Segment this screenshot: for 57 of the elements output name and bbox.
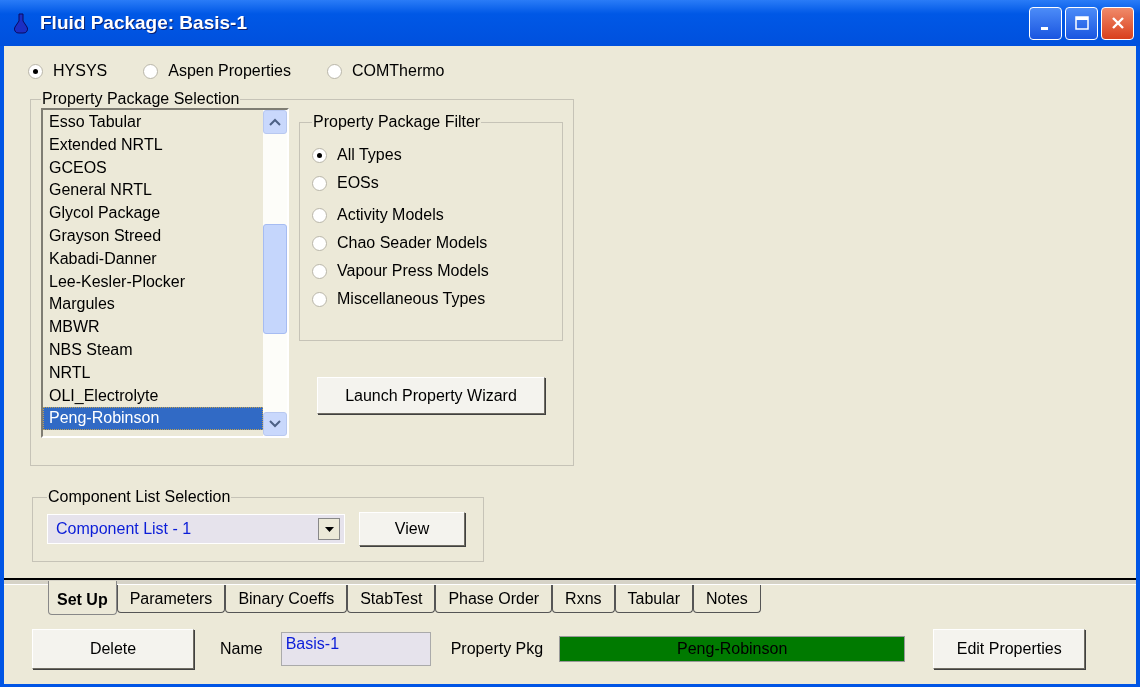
package-item[interactable]: Grayson Streed	[43, 225, 263, 248]
scroll-up-button[interactable]	[263, 110, 287, 134]
package-item[interactable]: NRTL	[43, 361, 263, 385]
package-item[interactable]: Peng-Robinson	[43, 407, 263, 431]
package-item[interactable]: NBS Steam	[43, 338, 263, 362]
delete-button[interactable]: Delete	[32, 629, 194, 669]
tab[interactable]: Notes	[693, 585, 761, 613]
property-pkg-value: Peng-Robinson	[559, 636, 906, 662]
name-field[interactable]: Basis-1	[280, 632, 431, 666]
tab[interactable]: StabTest	[347, 585, 436, 613]
edit-properties-button[interactable]: Edit Properties	[933, 629, 1086, 669]
wizard-button[interactable]: Launch Property Wizard	[317, 377, 545, 414]
tab[interactable]: Rxns	[552, 585, 615, 613]
package-item[interactable]: Glycol Package	[43, 202, 263, 225]
group-title: Property Package Selection	[41, 90, 241, 108]
caret-icon	[324, 526, 334, 532]
filter-radio[interactable]: Miscellaneous Types	[312, 285, 550, 313]
minimize-button[interactable]	[1029, 6, 1062, 40]
filter-radio[interactable]: Vapour Press Models	[312, 257, 550, 285]
tab[interactable]: Parameters	[116, 585, 226, 613]
package-item[interactable]: Esso Tabular	[43, 111, 263, 134]
engine-radio[interactable]: COMThermo	[327, 62, 445, 80]
property-pkg-label: Property Pkg	[450, 640, 544, 658]
package-item[interactable]: OLI_Electrolyte	[43, 384, 263, 408]
close-button[interactable]	[1101, 6, 1134, 40]
scrollbar-thumb[interactable]	[263, 224, 287, 334]
package-item[interactable]: General NRTL	[43, 179, 263, 203]
package-item[interactable]: Lee-Kesler-Plocker	[43, 270, 263, 294]
package-item[interactable]: Kabadi-Danner	[43, 247, 263, 271]
flask-icon	[14, 12, 28, 34]
package-item[interactable]: MBWR	[43, 316, 263, 339]
tab[interactable]: Set Up	[48, 581, 117, 615]
down-chevron-icon	[269, 420, 281, 428]
package-item[interactable]: Margules	[43, 293, 263, 317]
tab[interactable]: Phase Order	[435, 585, 553, 613]
package-item[interactable]: GCEOS	[43, 156, 263, 180]
filter-radio[interactable]: EOSs	[312, 169, 550, 197]
name-label: Name	[220, 640, 263, 658]
package-item[interactable]: Extended NRTL	[43, 133, 263, 157]
engine-radio[interactable]: HYSYS	[28, 62, 108, 80]
minimize-icon	[1040, 26, 1048, 30]
maximize-button[interactable]	[1065, 6, 1098, 40]
tab[interactable]: Binary Coeffs	[225, 585, 348, 613]
filter-radio[interactable]: Activity Models	[312, 201, 550, 229]
filter-radio[interactable]: Chao Seader Models	[312, 229, 550, 257]
view-button[interactable]: View	[359, 512, 465, 546]
up-chevron-icon	[269, 118, 281, 126]
component-dropdown[interactable]: Component List - 1	[47, 514, 345, 544]
group-title: Component List Selection	[47, 488, 232, 506]
tab[interactable]: Tabular	[614, 585, 694, 613]
engine-radio[interactable]: Aspen Properties	[143, 62, 291, 80]
filter-radio[interactable]: All Types	[312, 141, 550, 169]
group-title: Property Package Filter	[312, 113, 482, 131]
scroll-down-button[interactable]	[263, 412, 287, 436]
close-icon	[1109, 15, 1126, 31]
maximize-icon	[1073, 15, 1090, 31]
window-title: Fluid Package: Basis-1	[40, 12, 247, 34]
